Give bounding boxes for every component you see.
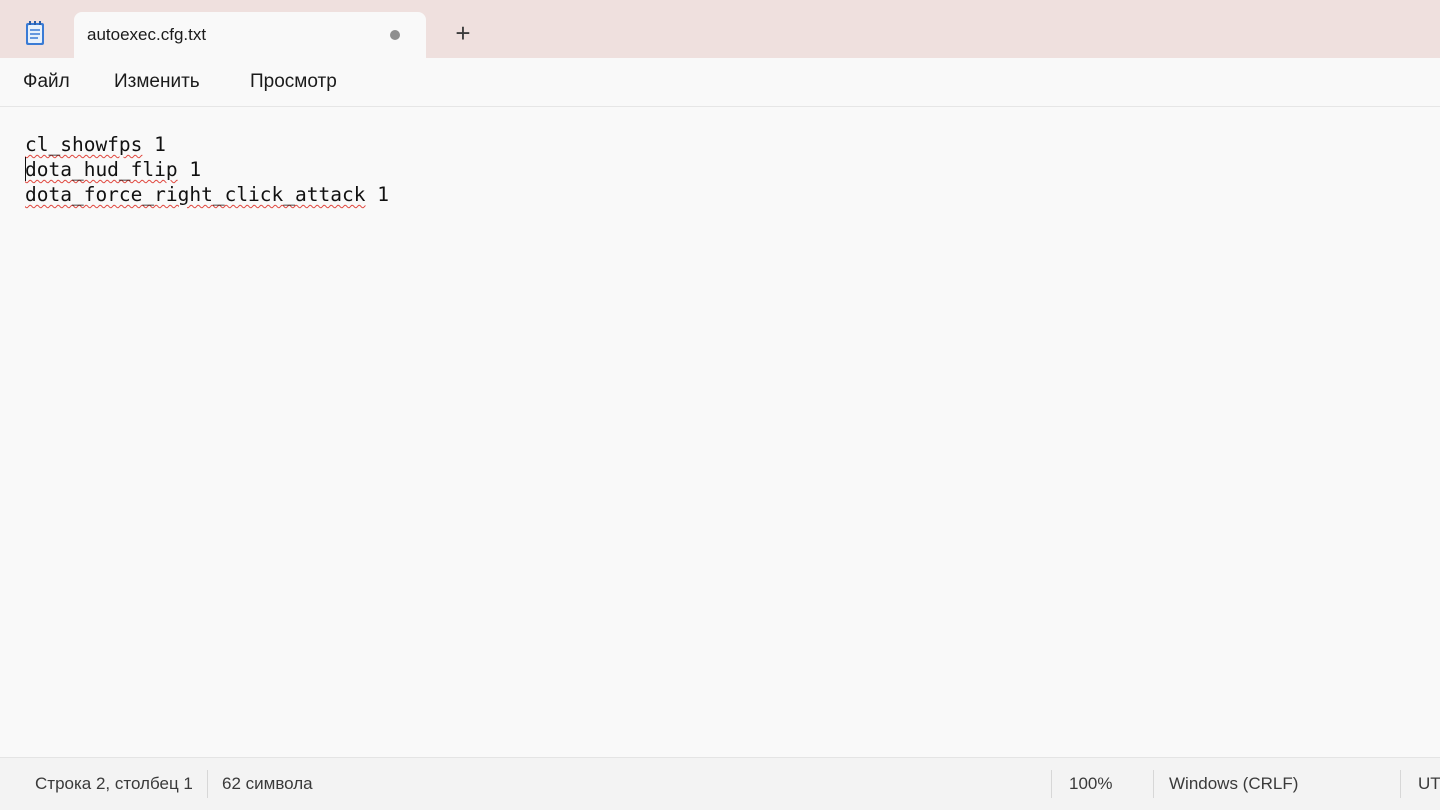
line-value: 1 xyxy=(365,183,389,206)
status-divider xyxy=(1400,770,1401,798)
status-divider xyxy=(1153,770,1154,798)
line-value: 1 xyxy=(177,158,202,181)
zoom-level[interactable]: 100% xyxy=(1069,774,1112,794)
char-count: 62 символа xyxy=(222,774,313,793)
tab-title: autoexec.cfg.txt xyxy=(87,25,207,44)
text-line: dota_hud_flip 1 xyxy=(25,157,201,182)
status-divider xyxy=(1051,770,1052,798)
text-caret xyxy=(25,157,26,181)
menu-bar: Файл Изменить Просмотр xyxy=(0,58,1440,107)
line-ending[interactable]: Windows (CRLF) xyxy=(1169,774,1298,794)
line-value: 1 xyxy=(142,133,166,156)
cursor-position: Строка 2, столбец 1 xyxy=(35,774,193,793)
tab-autoexec[interactable]: autoexec.cfg.txt xyxy=(74,12,426,58)
menu-edit[interactable]: Изменить xyxy=(114,71,200,93)
encoding[interactable]: UT xyxy=(1418,774,1440,794)
text-line: cl_showfps 1 xyxy=(25,132,166,157)
unsaved-dot-icon[interactable] xyxy=(390,30,400,40)
status-divider xyxy=(207,770,208,798)
line-word: cl_showfps xyxy=(25,133,143,156)
notepad-icon xyxy=(24,20,48,46)
menu-file[interactable]: Файл xyxy=(23,71,70,93)
title-bar: autoexec.cfg.txt + xyxy=(0,0,1440,58)
text-editor[interactable]: cl_showfps 1 dota_hud_flip 1 dota_force_… xyxy=(0,107,1440,757)
status-bar: Строка 2, столбец 1 62 символа 100% Wind… xyxy=(0,757,1440,810)
menu-view[interactable]: Просмотр xyxy=(250,71,337,93)
notepad-window: autoexec.cfg.txt + Файл Изменить Просмот… xyxy=(0,0,1440,810)
line-word: dota_force_right_click_attack xyxy=(25,183,366,206)
text-line: dota_force_right_click_attack 1 xyxy=(25,182,389,207)
line-word: dota_hud_flip xyxy=(25,158,178,181)
new-tab-button[interactable]: + xyxy=(450,18,476,48)
